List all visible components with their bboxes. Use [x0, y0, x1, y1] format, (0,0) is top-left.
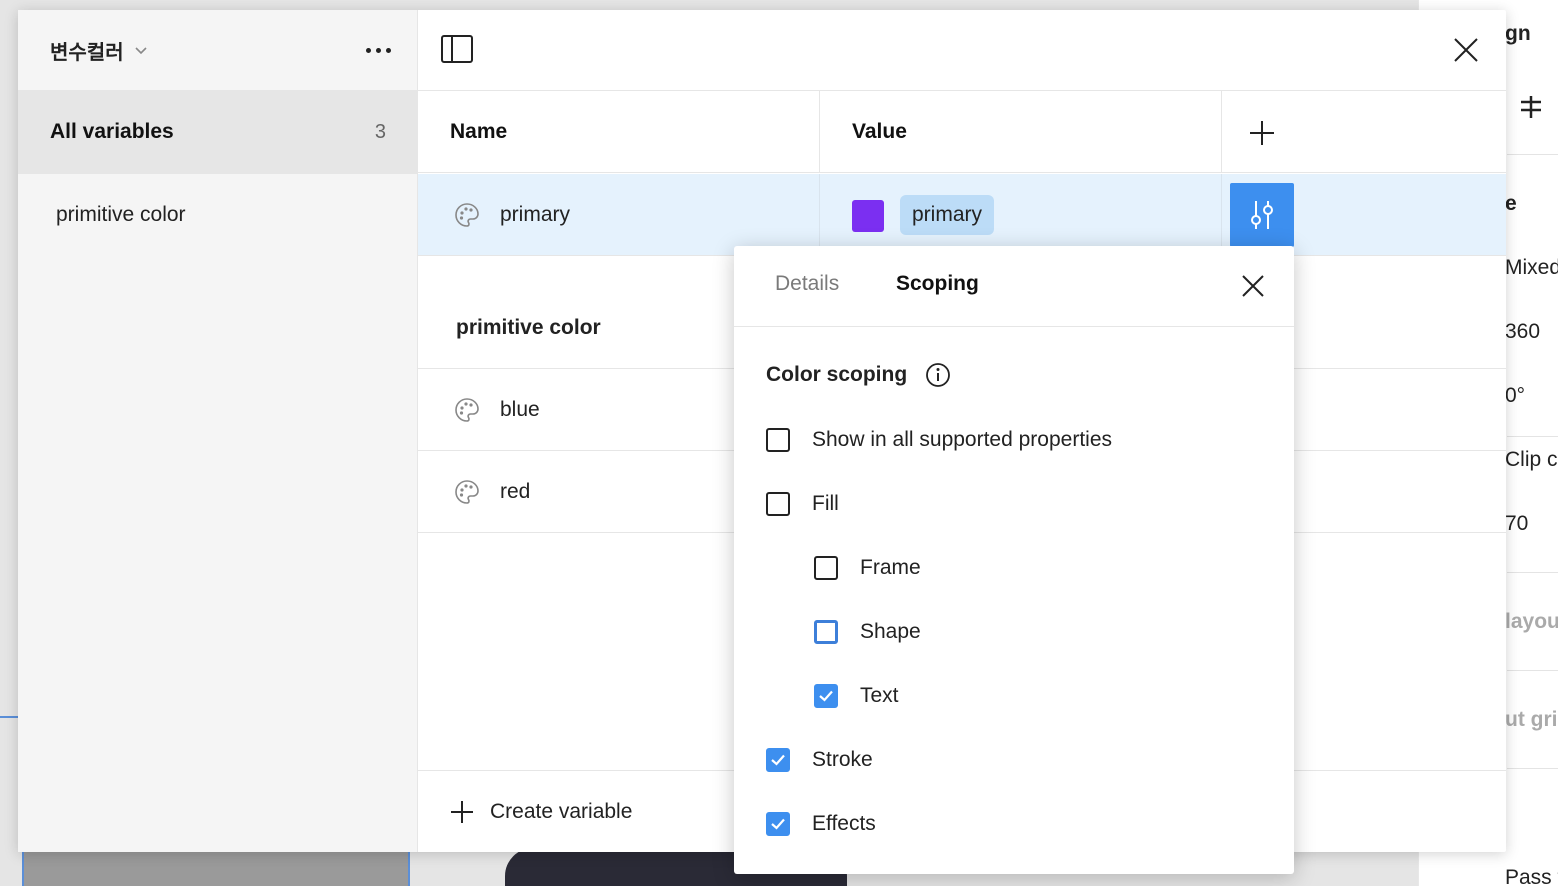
add-mode-icon[interactable] [1248, 119, 1276, 147]
create-variable-label: Create variable [490, 799, 633, 823]
sidebar-item-label: primitive color [56, 203, 186, 226]
panel-divider [1507, 436, 1558, 437]
toggle-sidebar-icon[interactable] [440, 34, 474, 64]
sidebar-item-primitive-color[interactable]: primitive color [18, 174, 418, 256]
group-title: primitive color [456, 316, 601, 339]
option-label: Show in all supported properties [812, 428, 1113, 451]
tab-details[interactable]: Details [775, 272, 839, 296]
design-panel-fragment: gn [1505, 22, 1531, 45]
tab-scoping[interactable]: Scoping [896, 272, 979, 296]
design-panel-fragment: layou [1505, 610, 1558, 633]
variable-name: blue [500, 398, 540, 421]
palette-icon [455, 480, 479, 504]
more-options-button[interactable] [362, 38, 394, 62]
canvas-frame-strip [22, 850, 410, 886]
option-label: Shape [860, 620, 921, 643]
variable-name: red [500, 480, 531, 503]
sidebar-item-label: All variables [50, 120, 174, 143]
option-label: Frame [860, 556, 921, 579]
color-swatch[interactable] [852, 200, 884, 232]
scope-option-all[interactable]: Show in all supported properties [766, 428, 1112, 452]
panel-divider [1507, 572, 1558, 573]
design-panel-fragment: e [1505, 192, 1517, 215]
column-separator [1221, 174, 1222, 256]
option-label: Text [860, 684, 899, 707]
scope-option-fill[interactable]: Fill [766, 492, 839, 516]
column-header-name: Name [418, 91, 820, 173]
palette-icon [455, 203, 479, 227]
sidebar-item-all-variables[interactable]: All variables 3 [18, 90, 418, 174]
scope-option-effects[interactable]: Effects [766, 812, 876, 836]
scope-option-text[interactable]: Text [814, 684, 899, 708]
scope-option-shape[interactable]: Shape [814, 620, 921, 644]
checkbox-checked[interactable] [766, 812, 790, 836]
modal-toolbar [418, 10, 1506, 91]
design-panel-fragment: Mixed [1505, 256, 1558, 279]
color-scoping-heading: Color scoping [766, 362, 951, 388]
design-panel-fragment: Pass t [1505, 866, 1558, 886]
palette-icon [455, 398, 479, 422]
dot-icon [375, 47, 381, 53]
plus-icon [451, 800, 473, 823]
checkbox-checked[interactable] [814, 684, 838, 708]
column-separator [819, 174, 820, 256]
column-header-value: Value [820, 91, 1222, 173]
table-header: Name Value [418, 91, 1506, 173]
design-panel-fragment: 0° [1505, 384, 1526, 407]
alias-chip[interactable]: primary [900, 195, 995, 235]
collection-title[interactable]: 변수컬러 [50, 36, 124, 65]
align-icon [1521, 96, 1541, 118]
variable-name-cell[interactable]: blue [418, 369, 540, 451]
check-icon [771, 818, 785, 830]
panel-divider [1507, 154, 1558, 155]
option-label: Stroke [812, 748, 873, 771]
scope-option-stroke[interactable]: Stroke [766, 748, 873, 772]
check-icon [771, 754, 785, 766]
section-title: Color scoping [766, 363, 908, 386]
check-icon [819, 690, 833, 702]
collection-header: 변수컬러 [18, 10, 418, 90]
sliders-icon [1251, 201, 1273, 229]
design-panel-fragment: 360 [1505, 320, 1541, 343]
chevron-down-icon[interactable] [134, 43, 148, 57]
option-label: Effects [812, 812, 876, 835]
info-icon[interactable] [925, 362, 951, 388]
popover-tabs: Details Scoping [734, 246, 1294, 327]
option-label: Fill [812, 492, 839, 515]
alias-label: primary [912, 203, 983, 226]
scope-option-frame[interactable]: Frame [814, 556, 921, 580]
design-panel-fragment: Clip c [1505, 448, 1558, 471]
edit-variable-button[interactable] [1230, 183, 1294, 247]
dot-icon [385, 47, 391, 53]
checkbox-unchecked[interactable] [766, 492, 790, 516]
checkbox-unchecked-focused[interactable] [814, 620, 838, 644]
close-popover-icon[interactable] [1240, 273, 1266, 299]
variable-name-cell[interactable]: red [418, 451, 530, 533]
variable-name-cell[interactable]: primary [418, 174, 570, 256]
checkbox-unchecked[interactable] [766, 428, 790, 452]
panel-divider [1507, 670, 1558, 671]
design-panel-fragment: ut grid [1505, 708, 1558, 731]
panel-divider [1507, 768, 1558, 769]
variable-name: primary [500, 203, 571, 226]
table-row-primary[interactable]: primary primary [418, 174, 1506, 256]
variable-edit-popover: Details Scoping Color scoping Show in al… [734, 246, 1294, 874]
collections-sidebar: 변수컬러 All variables 3 primitive color [18, 10, 418, 852]
checkbox-unchecked[interactable] [814, 556, 838, 580]
checkbox-checked[interactable] [766, 748, 790, 772]
close-modal-icon[interactable] [1452, 36, 1480, 64]
variable-count: 3 [374, 120, 386, 143]
design-panel-fragment: 70 [1505, 512, 1529, 535]
canvas-selection-line [0, 716, 18, 718]
dot-icon [365, 47, 371, 53]
